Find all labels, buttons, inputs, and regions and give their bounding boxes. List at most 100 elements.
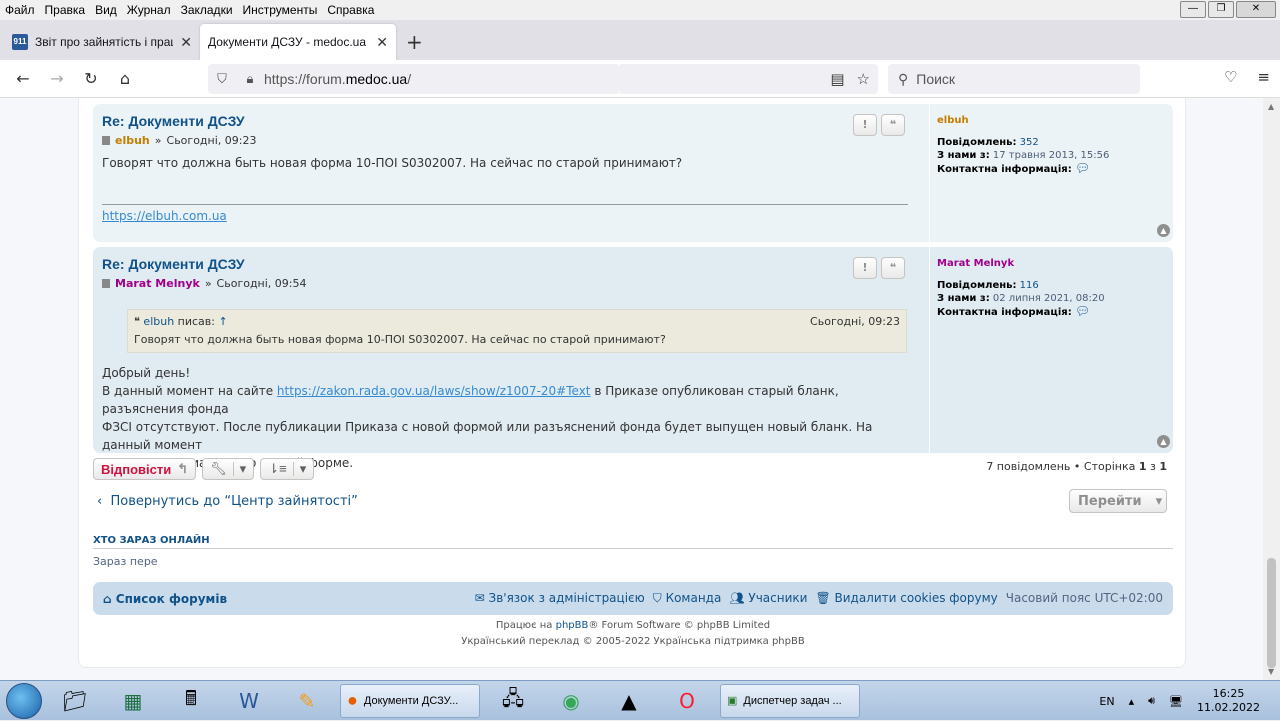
members-link[interactable]: 👥︎ Учасники	[729, 591, 807, 606]
site-favicon-icon: 911	[12, 34, 28, 50]
taskbar-firefox-window[interactable]: ● Документи ДСЗУ...	[340, 683, 480, 718]
excel-icon[interactable]: ▦	[108, 684, 158, 718]
minimize-button[interactable]: —	[1180, 1, 1206, 18]
menu-file[interactable]: Файл	[0, 3, 40, 17]
close-window-button[interactable]: ✕	[1236, 1, 1276, 18]
restore-button[interactable]: ❐	[1208, 1, 1234, 18]
topic-tools-button[interactable]: 🔧︎ ▾	[202, 458, 255, 480]
back-to-top-icon[interactable]: ▲	[1157, 435, 1170, 448]
back-to-top-icon[interactable]: ▲	[1157, 224, 1170, 237]
delete-cookies-link[interactable]: 🗑︎ Видалити cookies форуму	[815, 591, 997, 606]
volume-icon[interactable]: 🔊︎	[1148, 694, 1155, 708]
body-line: ФЗСІ отсутствуют. После публикации Прика…	[102, 420, 873, 452]
tab-employment-report[interactable]: 911 Звіт про зайнятість і працевла ✕	[4, 24, 200, 60]
quote-button[interactable]: ❝	[881, 114, 905, 136]
lock-icon[interactable]: 🔒︎	[236, 71, 264, 87]
notes-app-icon[interactable]: ✎	[282, 684, 332, 718]
scrollbar-thumb[interactable]	[1267, 558, 1276, 668]
taskbar-taskmgr-window[interactable]: ▣ Диспетчер задач ...	[720, 683, 860, 718]
quote-source-link[interactable]: ↑	[219, 315, 228, 328]
url-bar[interactable]: ⛉ 🔒︎ https://forum.medoc.ua/	[208, 64, 620, 94]
phpbb-link[interactable]: phpBB	[556, 620, 589, 631]
tab-bar: 911 Звіт про зайнятість і працевла ✕ Док…	[0, 20, 1280, 60]
menu-bookmarks[interactable]: Закладки	[176, 3, 238, 17]
quote-button[interactable]: ❝	[881, 257, 905, 279]
report-button[interactable]: !	[853, 257, 877, 279]
menu-help[interactable]: Справка	[322, 3, 379, 17]
post-author[interactable]: Marat Melnyk	[115, 277, 200, 290]
clock-date: 11.02.2022	[1197, 701, 1260, 714]
menu-history[interactable]: Журнал	[122, 3, 176, 17]
explorer-icon[interactable]: 📁︎	[50, 684, 100, 718]
search-bar[interactable]: ⚲ Поиск	[888, 64, 1140, 94]
hamburger-menu-icon[interactable]: ≡	[1257, 68, 1270, 86]
scroll-down-icon[interactable]: ▼	[1268, 667, 1274, 676]
forum-index-link[interactable]: ⌂ Список форумів	[103, 592, 475, 606]
language-indicator[interactable]: EN	[1099, 695, 1114, 708]
clock[interactable]: 16:25 11.02.2022	[1197, 687, 1260, 715]
page-scrollbar[interactable]: ▲ ▼	[1263, 98, 1280, 680]
bookmark-star-icon[interactable]: ☆	[857, 70, 870, 88]
posts-count[interactable]: 352	[1020, 137, 1039, 148]
timezone-text: Часовий пояс UTC+02:00	[1005, 591, 1163, 605]
team-link[interactable]: ⛉ Команда	[653, 591, 722, 606]
reply-label: Відповісти	[101, 461, 172, 477]
profile-username[interactable]: Marat Melnyk	[937, 257, 1173, 270]
opera-icon[interactable]: O	[662, 684, 712, 718]
post-profile: Marat Melnyk Повідомлень: 116 З нами з: …	[929, 247, 1173, 453]
new-tab-button[interactable]: +	[396, 24, 433, 60]
post-date: Сьогодні, 09:54	[216, 277, 307, 290]
back-arrow-icon[interactable]: ←	[6, 69, 40, 88]
start-button[interactable]	[6, 682, 42, 719]
contact-admin-link[interactable]: ✉ Зв'язок з адміністрацією	[475, 591, 645, 606]
search-icon: ⚲	[898, 70, 909, 87]
signature-link[interactable]: https://elbuh.com.ua	[102, 204, 908, 223]
chrome-icon[interactable]: ◉	[546, 684, 596, 718]
post-author[interactable]: elbuh	[115, 134, 150, 147]
clock-time: 16:25	[1212, 687, 1245, 700]
joined-date: 02 липня 2021, 08:20	[992, 293, 1105, 304]
home-icon[interactable]: ⌂	[108, 69, 142, 88]
home-icon: ⌂	[103, 591, 112, 606]
posts-count[interactable]: 116	[1020, 280, 1039, 291]
scroll-up-icon[interactable]: ▲	[1268, 102, 1274, 111]
chevron-left-icon: ‹	[97, 494, 103, 509]
calculator-icon[interactable]: 🖩︎	[166, 684, 216, 718]
menu-view[interactable]: Вид	[90, 3, 122, 17]
jump-to-button[interactable]: Перейти ▾	[1069, 489, 1167, 513]
joined-date: 17 травня 2013, 15:56	[992, 150, 1110, 161]
archicad-icon[interactable]: ▲	[604, 684, 654, 718]
post-title[interactable]: Re: Документи ДСЗУ	[102, 256, 245, 272]
sort-icon: ⇂≡	[268, 461, 287, 476]
network-folder-icon[interactable]: 🖧︎	[488, 684, 538, 718]
contact-chat-icon[interactable]: 💬︎	[1075, 304, 1090, 318]
report-button[interactable]: !	[853, 114, 877, 136]
back-label: Повернутись до “Центр зайнятості”	[110, 494, 358, 509]
system-tray: EN ▴ 🔊︎ 🖥︎ 16:25 11.02.2022	[1099, 681, 1280, 721]
reader-view-icon[interactable]: ▤	[830, 70, 844, 88]
post-count: 7 повідомлень	[986, 460, 1071, 473]
post-icon	[102, 279, 110, 288]
close-tab-icon[interactable]: ✕	[180, 34, 192, 51]
chevron-down-icon: ▾	[1155, 493, 1163, 509]
menu-tools[interactable]: Инструменты	[238, 3, 323, 17]
quote-author[interactable]: elbuh	[143, 315, 174, 328]
contact-chat-icon[interactable]: 💬︎	[1075, 161, 1090, 175]
shield-icon[interactable]: ⛉	[208, 71, 236, 87]
reload-icon[interactable]: ↻	[74, 69, 108, 88]
tab-dszu-documents[interactable]: Документи ДСЗУ - medoc.ua ✕	[200, 24, 396, 60]
toolbar-right: ♡ ≡	[1224, 68, 1270, 86]
close-tab-icon[interactable]: ✕	[376, 34, 388, 51]
word-icon[interactable]: W	[224, 684, 274, 718]
menu-edit[interactable]: Правка	[40, 3, 91, 17]
pocket-icon[interactable]: ♡	[1224, 68, 1237, 86]
zakon-link[interactable]: https://zakon.rada.gov.ua/laws/show/z100…	[277, 384, 591, 398]
post-title[interactable]: Re: Документи ДСЗУ	[102, 113, 245, 129]
tray-expand-icon[interactable]: ▴	[1129, 695, 1135, 708]
back-to-forum-link[interactable]: ‹ Повернутись до “Центр зайнятості”	[97, 494, 358, 509]
forward-arrow-icon[interactable]: →	[40, 69, 74, 88]
reply-button[interactable]: Відповісти ↰	[93, 458, 197, 480]
sort-options-button[interactable]: ⇂≡ ▾	[260, 458, 315, 480]
network-icon[interactable]: 🖥︎	[1169, 695, 1183, 708]
profile-username[interactable]: elbuh	[937, 114, 1173, 127]
